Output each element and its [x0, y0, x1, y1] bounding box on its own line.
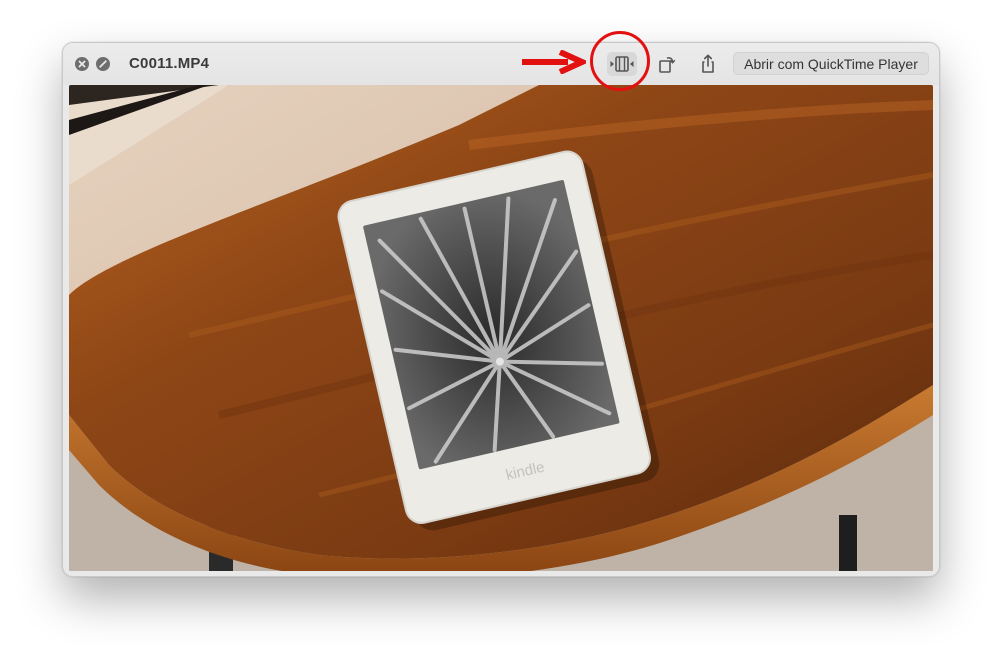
share-button[interactable]	[693, 52, 723, 76]
title-bar: C0011.MP4 Abrir com QuickTime Player	[63, 43, 939, 85]
quick-look-window: C0011.MP4 Abrir com QuickTime Player kin…	[62, 42, 940, 577]
close-icon	[78, 60, 86, 68]
share-icon	[702, 54, 714, 73]
fullscreen-button[interactable]	[96, 57, 110, 71]
video-player[interactable]: kindle	[69, 85, 933, 571]
close-button[interactable]	[75, 57, 89, 71]
video-frame: kindle	[69, 85, 933, 571]
rotate-icon	[659, 57, 676, 73]
window-title: C0011.MP4	[129, 55, 210, 72]
fullscreen-icon	[99, 60, 107, 68]
red-arrow-icon	[522, 50, 586, 74]
highlight-circle	[590, 31, 650, 91]
open-with-quicktime-button[interactable]: Abrir com QuickTime Player	[733, 52, 929, 75]
rotate-button[interactable]	[651, 52, 681, 76]
